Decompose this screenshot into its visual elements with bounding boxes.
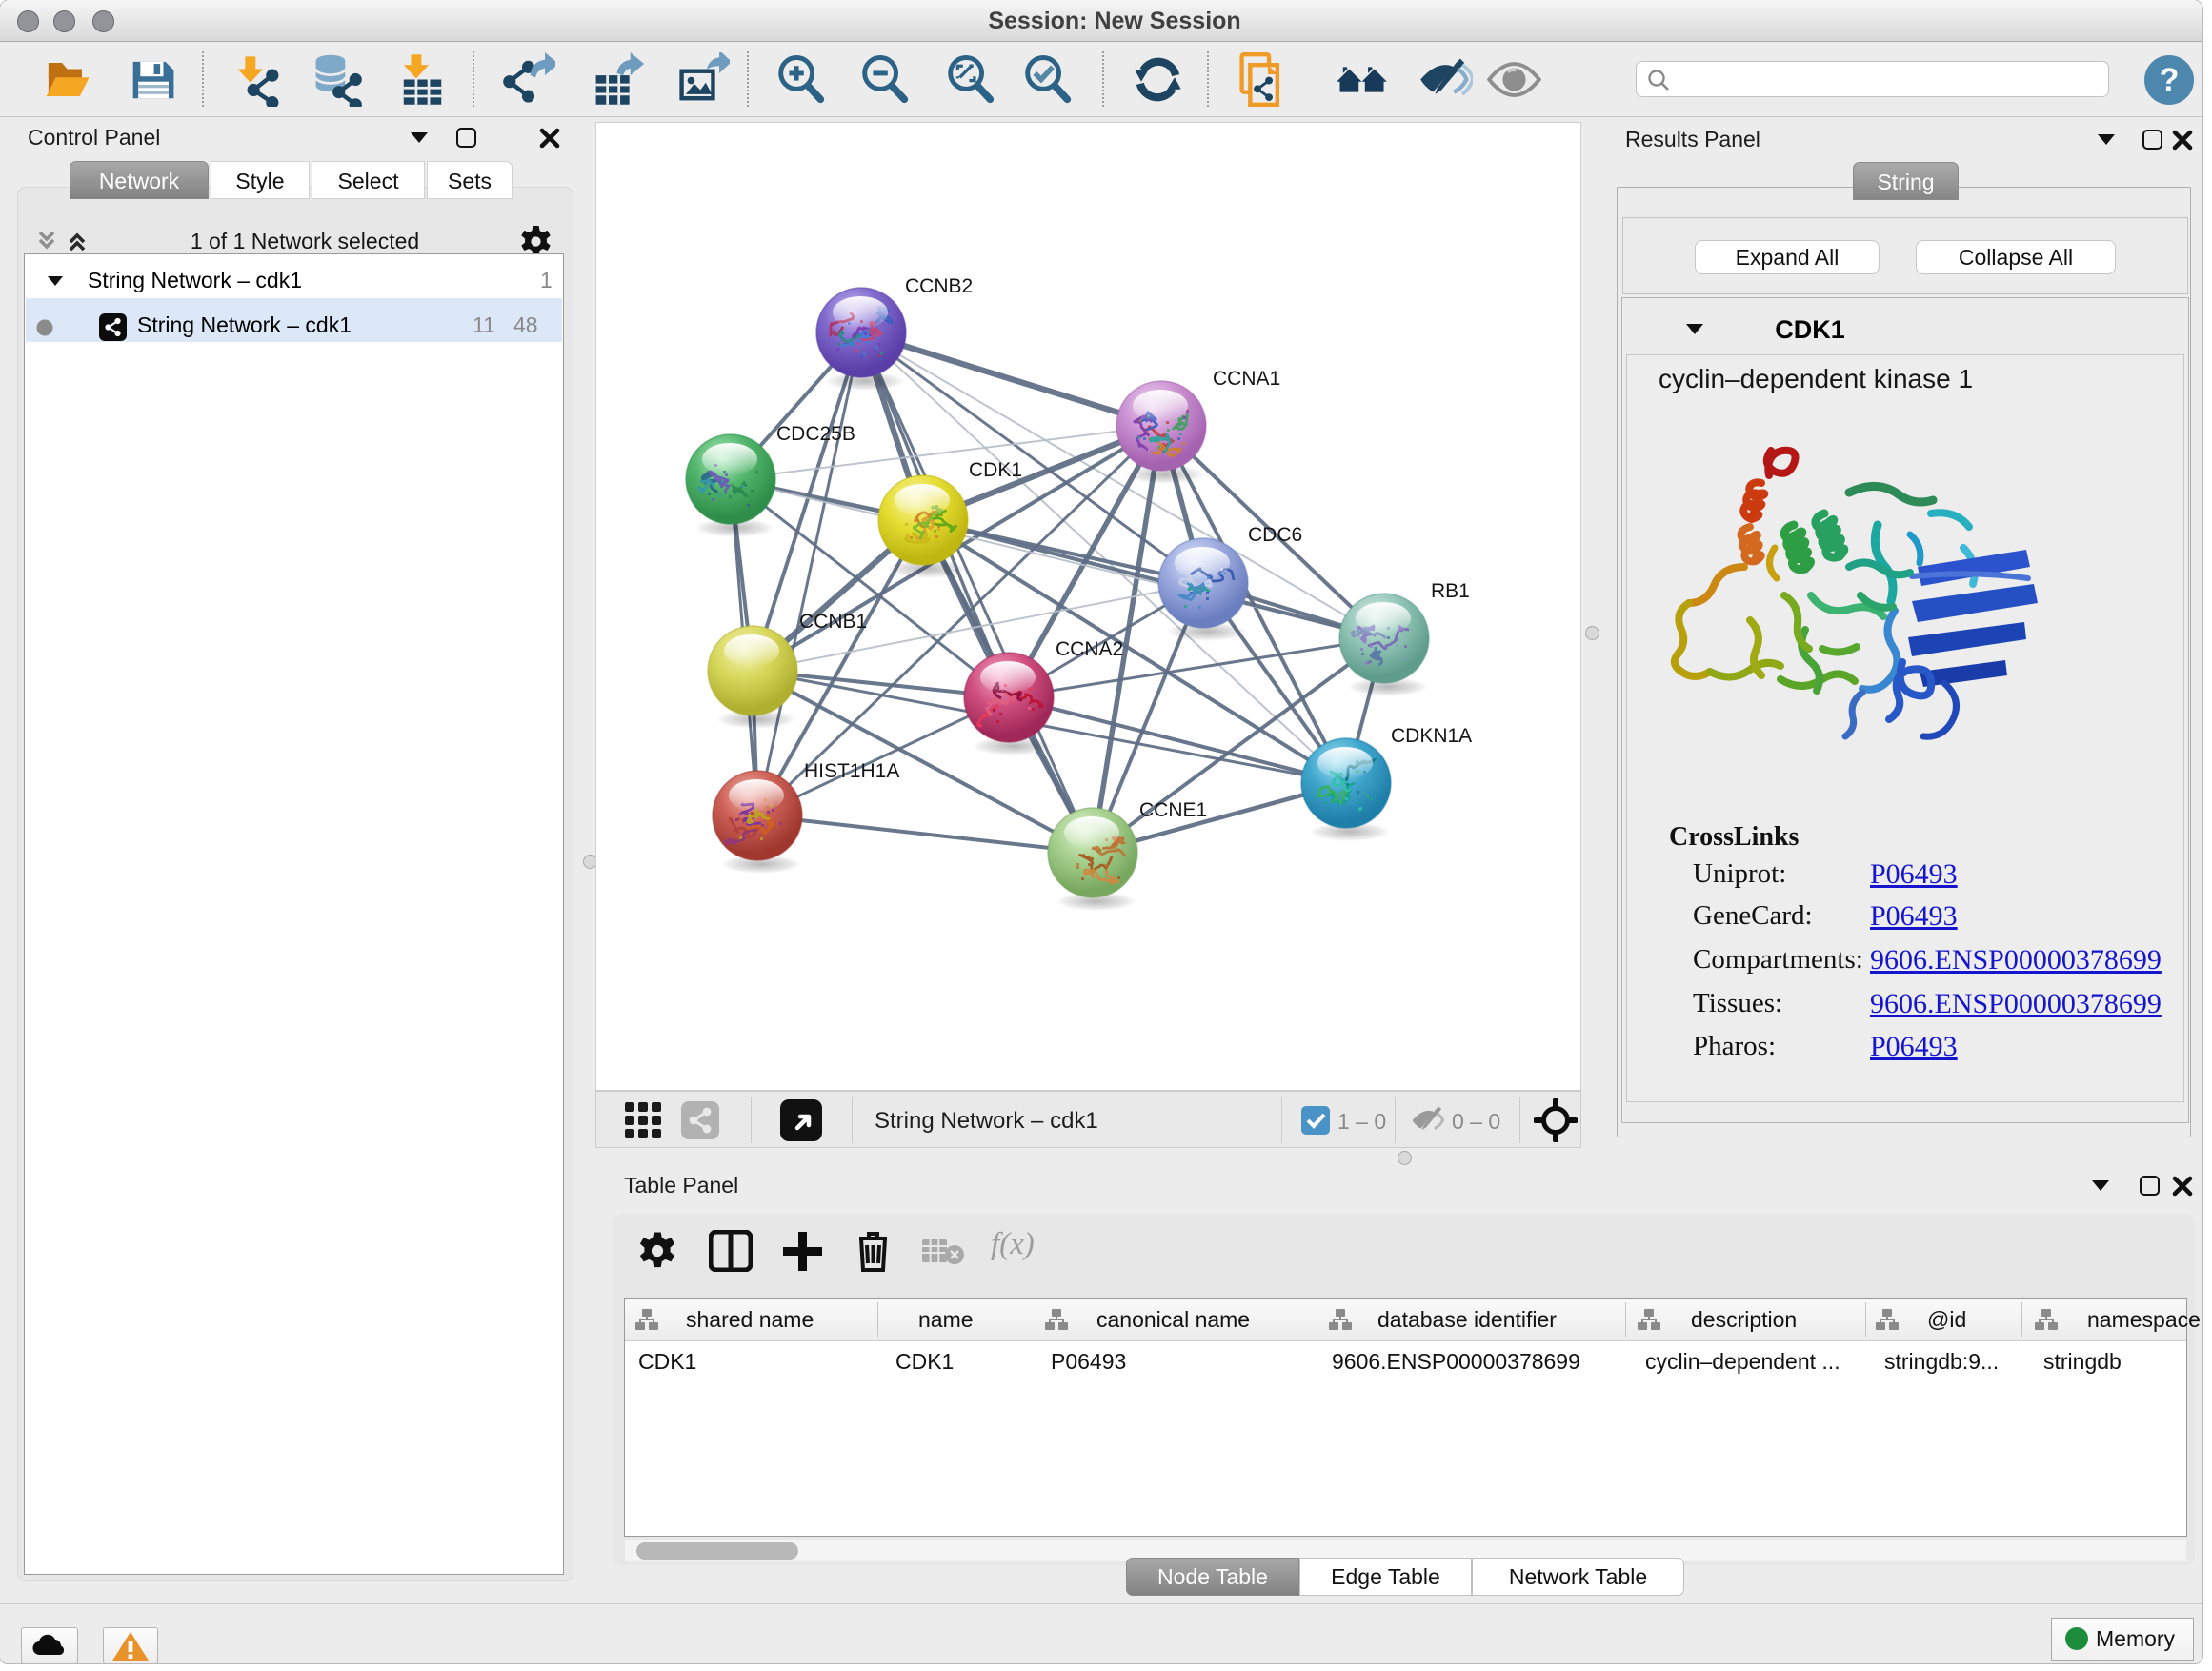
svg-text:HIST1H1A: HIST1H1A	[804, 760, 899, 782]
svg-text:CCNB1: CCNB1	[799, 611, 867, 633]
svg-text:CDC25B: CDC25B	[776, 423, 855, 445]
svg-text:CDKN1A: CDKN1A	[1391, 725, 1472, 747]
svg-text:CCNB2: CCNB2	[905, 275, 973, 297]
svg-text:RB1: RB1	[1431, 580, 1470, 602]
svg-text:CCNA2: CCNA2	[1056, 638, 1123, 660]
svg-text:CCNA1: CCNA1	[1213, 368, 1280, 390]
svg-text:CDC6: CDC6	[1248, 524, 1302, 546]
svg-text:CDK1: CDK1	[969, 459, 1022, 481]
svg-text:CCNE1: CCNE1	[1139, 799, 1207, 821]
